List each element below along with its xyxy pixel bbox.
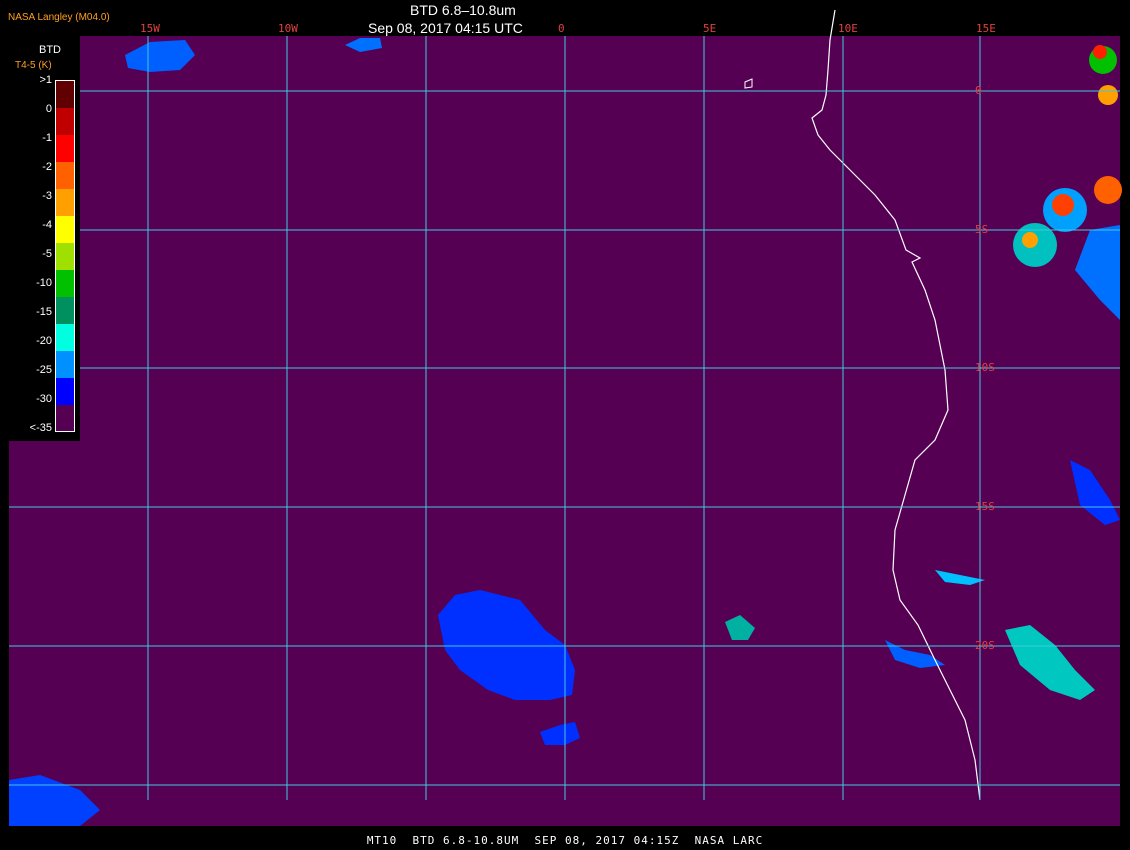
legend-tick-label: -15	[36, 306, 52, 318]
legend-frame	[55, 80, 75, 432]
legend-tick-label: 0	[45, 103, 52, 115]
lon-label-0: 0	[558, 22, 565, 35]
legend-subtitle: T4-5 (K)	[15, 60, 52, 71]
legend-tick-label: -4	[42, 219, 52, 231]
legend-tick-label: -25	[36, 364, 52, 376]
color-legend: BTD T4-5 (K) >1 0 -1 -2 -3 -4 -5 -10 -15 -20 -25 -3…	[9, 36, 80, 441]
legend-tick-label: -5	[42, 248, 52, 260]
datetime-title: Sep 08, 2017 04:15 UTC	[368, 20, 523, 36]
legend-title: BTD	[39, 44, 61, 56]
storm-cell-4-core	[1093, 45, 1107, 59]
legend-tick-label: -10	[36, 277, 52, 289]
lat-label-0: 0	[975, 84, 982, 97]
storm-cell-3	[1094, 176, 1122, 204]
storm-cell-2-core	[1052, 194, 1074, 216]
agency-label: NASA Langley (M04.0)	[8, 12, 110, 23]
footer-caption: MT10 BTD 6.8-10.8UM SEP 08, 2017 04:15Z …	[366, 834, 764, 847]
lat-label-20s: 20S	[975, 639, 995, 652]
legend-tick-label: >1	[39, 74, 52, 86]
lon-label-10e: 10E	[838, 22, 858, 35]
legend-tick-label: -30	[36, 393, 52, 405]
lon-label-15e: 15E	[976, 22, 996, 35]
lon-label-15w: 15W	[140, 22, 160, 35]
satellite-map	[0, 0, 1130, 850]
product-title: BTD 6.8–10.8um	[410, 2, 516, 18]
lat-label-10s: 10S	[975, 361, 995, 374]
legend-tick-label: -20	[36, 335, 52, 347]
lon-label-10w: 10W	[278, 22, 298, 35]
legend-tick-label: <-35	[29, 422, 52, 434]
lat-label-5s: 5S	[975, 223, 989, 236]
legend-tick-label: -2	[42, 161, 52, 173]
legend-tick-label: -1	[42, 132, 52, 144]
lat-label-15s: 15S	[975, 500, 995, 513]
legend-tick-label: -3	[42, 190, 52, 202]
storm-cell-1-core	[1022, 232, 1038, 248]
lon-label-5e: 5E	[703, 22, 717, 35]
storm-cell-5	[1098, 85, 1118, 105]
